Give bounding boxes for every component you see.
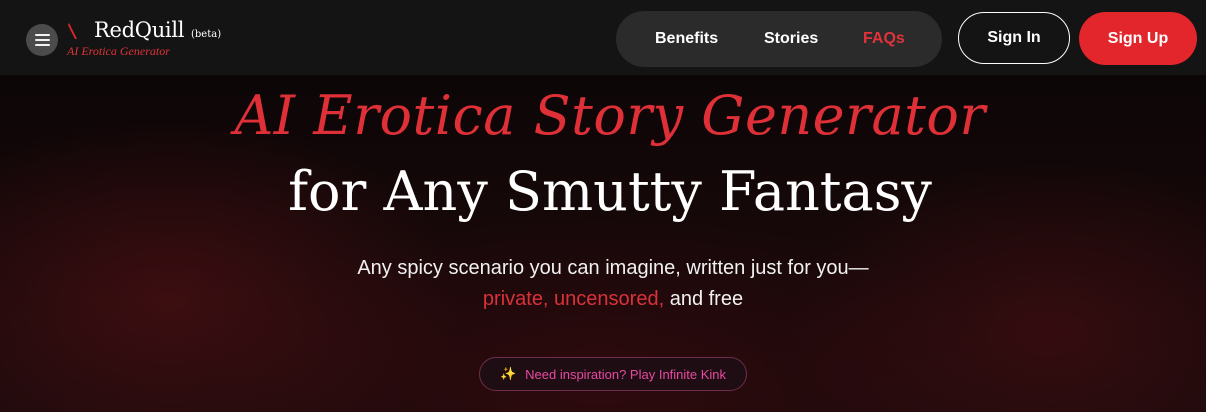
nav-link-faqs[interactable]: FAQs	[863, 30, 905, 48]
menu-line	[34, 39, 50, 41]
top-navigation-bar: RedQuill (beta) AI Erotica Generator Ben…	[0, 0, 1206, 75]
subtitle-highlight: private, uncensored,	[482, 288, 665, 310]
nav-links: Benefits Stories FAQs	[616, 11, 942, 67]
menu-line	[34, 44, 50, 46]
menu-line	[34, 34, 50, 36]
logo-tagline: AI Erotica Generator	[67, 44, 170, 58]
nav-link-stories[interactable]: Stories	[764, 30, 818, 48]
logo-name: RedQuill	[94, 18, 185, 42]
inspiration-label: Need inspiration? Play Infinite Kink	[525, 366, 727, 382]
hamburger-menu-button[interactable]	[26, 24, 58, 56]
sign-in-button[interactable]: Sign In	[958, 12, 1070, 64]
hero-title-line-1: AI Erotica Story Generator	[234, 84, 986, 147]
quill-icon	[68, 23, 77, 39]
nav-link-benefits[interactable]: Benefits	[655, 30, 718, 48]
beta-badge: (beta)	[191, 29, 222, 40]
sparkles-icon: ✨	[499, 366, 517, 381]
hero-title-line-2: for Any Smutty Fantasy	[288, 160, 932, 223]
subtitle-line-1: Any spicy scenario you can imagine, writ…	[357, 257, 869, 279]
sign-up-button[interactable]: Sign Up	[1079, 12, 1197, 65]
subtitle-tail: and free	[664, 288, 744, 310]
hero-subtitle: Any spicy scenario you can imagine, writ…	[0, 253, 1206, 315]
inspiration-button[interactable]: ✨ Need inspiration? Play Infinite Kink	[479, 357, 747, 391]
